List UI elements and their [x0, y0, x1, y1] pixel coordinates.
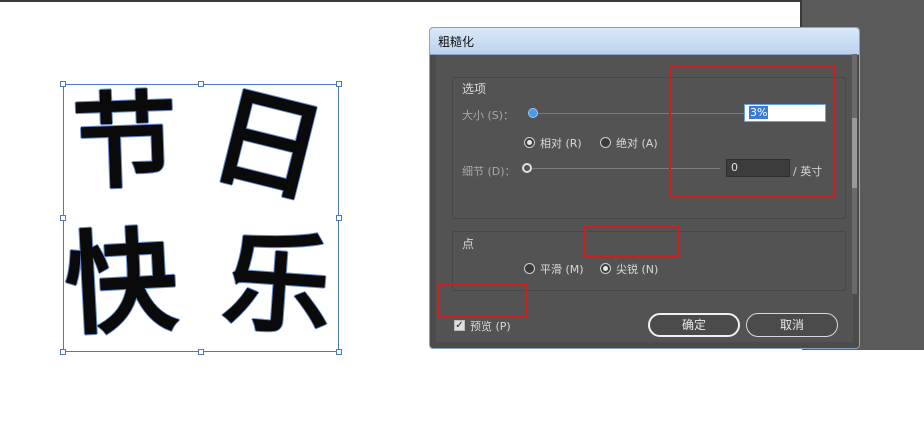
- handle-middle-left[interactable]: [60, 215, 66, 221]
- selected-artwork[interactable]: 节 日 快 乐: [60, 70, 342, 355]
- scrollbar-thumb[interactable]: [852, 118, 857, 188]
- highlight-corner-option: [584, 225, 679, 258]
- dialog-titlebar[interactable]: 粗糙化: [430, 28, 859, 55]
- highlight-preview-checkbox: [437, 283, 528, 317]
- glyph-jie: 节: [70, 79, 180, 205]
- cancel-button[interactable]: 取消: [746, 313, 838, 337]
- smooth-radio[interactable]: [524, 263, 535, 274]
- handle-top-right[interactable]: [336, 81, 342, 87]
- glyph-le: 乐: [218, 219, 336, 352]
- size-slider-knob[interactable]: [528, 108, 538, 118]
- corner-label[interactable]: 尖锐 (N): [616, 261, 658, 277]
- glyph-kuai: 快: [61, 216, 181, 352]
- corner-radio[interactable]: [600, 263, 611, 274]
- relative-radio[interactable]: [524, 137, 535, 148]
- smooth-label[interactable]: 平滑 (M): [540, 261, 584, 277]
- handle-bottom-right[interactable]: [336, 349, 342, 355]
- handle-bottom-center[interactable]: [198, 349, 204, 355]
- artboard-top-edge: [0, 0, 802, 2]
- ok-button[interactable]: 确定: [648, 313, 740, 337]
- absolute-label[interactable]: 绝对 (A): [616, 135, 658, 151]
- highlight-size-detail-fields: [669, 66, 836, 198]
- handle-bottom-left[interactable]: [60, 349, 66, 355]
- preview-checkbox[interactable]: ✓: [454, 320, 465, 331]
- preview-label[interactable]: 预览 (P): [470, 318, 511, 334]
- options-group-label: 选项: [462, 82, 487, 96]
- handle-top-center[interactable]: [198, 81, 204, 87]
- detail-slider-knob[interactable]: [522, 163, 532, 173]
- relative-label[interactable]: 相对 (R): [540, 135, 582, 151]
- handle-middle-right[interactable]: [336, 215, 342, 221]
- absolute-radio[interactable]: [600, 137, 611, 148]
- detail-label: 细节 (D)：: [462, 165, 516, 178]
- dialog-title: 粗糙化: [438, 35, 475, 49]
- points-group-label: 点: [462, 237, 475, 251]
- size-label: 大小 (S)：: [462, 109, 515, 122]
- handle-top-left[interactable]: [60, 81, 66, 87]
